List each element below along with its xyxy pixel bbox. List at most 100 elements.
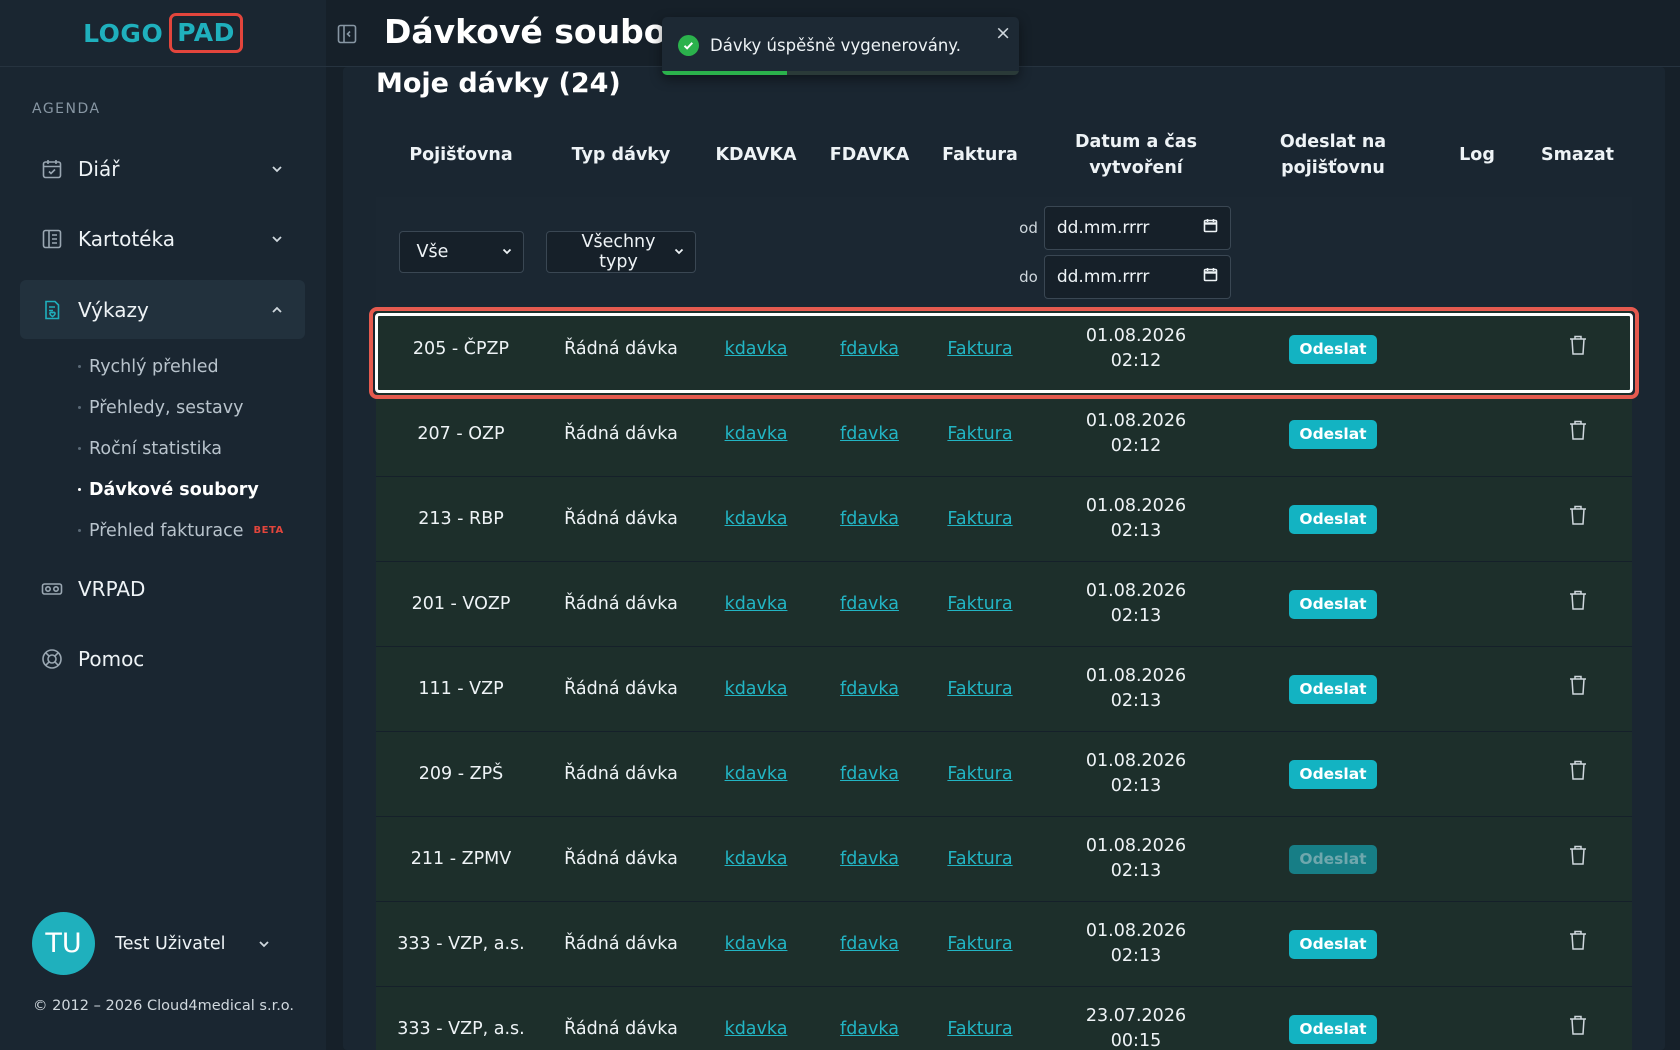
kdavka-link[interactable]: kdavka: [725, 592, 788, 617]
table-row: 201 - VOZP Řádná dávka kdavka fdavka Fak…: [376, 562, 1632, 647]
kdavka-link[interactable]: kdavka: [725, 677, 788, 702]
trash-icon[interactable]: [1568, 759, 1588, 789]
select-value: Vše: [416, 242, 449, 262]
fdavka-link[interactable]: fdavka: [840, 422, 899, 447]
chevron-down-icon: [673, 242, 685, 262]
sidebar-item-vrpad[interactable]: VRPAD: [20, 559, 305, 618]
logo-text-left: LOGO: [83, 18, 164, 48]
invoice-link[interactable]: Faktura: [947, 422, 1012, 447]
sidebar-sub-item-rocni-statistika[interactable]: Roční statistika: [78, 428, 284, 469]
send-button[interactable]: Odeslat: [1289, 929, 1377, 959]
sidebar-collapse-icon[interactable]: [335, 22, 359, 46]
created-date: 01.08.2026: [1085, 921, 1187, 941]
sub-item-label: Dávkové soubory: [89, 479, 259, 500]
kdavka-link[interactable]: kdavka: [725, 422, 788, 447]
trash-icon[interactable]: [1568, 334, 1588, 364]
close-icon[interactable]: ×: [995, 22, 1011, 44]
date-to-input[interactable]: dd.mm.rrrr: [1043, 254, 1231, 299]
trash-icon[interactable]: [1568, 589, 1588, 619]
send-button[interactable]: Odeslat: [1289, 674, 1377, 704]
send-button[interactable]: Odeslat: [1289, 844, 1377, 874]
sidebar-item-label: Kartotéka: [78, 226, 175, 251]
invoice-link[interactable]: Faktura: [947, 847, 1012, 872]
trash-icon[interactable]: [1568, 504, 1588, 534]
logo[interactable]: LOGO PAD: [83, 13, 243, 53]
table-row: 205 - ČPZP Řádná dávka kdavka fdavka Fak…: [376, 307, 1632, 392]
trash-icon[interactable]: [1568, 1014, 1588, 1044]
table-row: 207 - OZP Řádná dávka kdavka fdavka Fakt…: [376, 392, 1632, 477]
type-filter-select[interactable]: Všechny typy: [546, 231, 696, 273]
logo-area: LOGO PAD: [0, 0, 326, 67]
type-cell: Řádná dávka: [564, 678, 678, 699]
insurer-cell: 209 - ZPŠ: [418, 763, 504, 784]
insurer-cell: 207 - OZP: [417, 423, 505, 444]
created-date: 01.08.2026: [1085, 666, 1187, 686]
sidebar-sub-item-davkove-soubory[interactable]: Dávkové soubory: [78, 469, 284, 510]
insurer-filter-select[interactable]: Vše: [398, 231, 524, 273]
fdavka-link[interactable]: fdavka: [840, 592, 899, 617]
insurer-cell: 333 - VZP, a.s.: [397, 933, 525, 954]
kdavka-link[interactable]: kdavka: [725, 507, 788, 532]
kdavka-link[interactable]: kdavka: [725, 1017, 788, 1042]
invoice-link[interactable]: Faktura: [947, 1017, 1012, 1042]
created-cell: 01.08.2026 02:12: [1037, 392, 1235, 476]
created-time: 02:13: [1110, 521, 1162, 541]
sidebar-sub-item-prehled-fakturace[interactable]: Přehled fakturace BETA: [78, 510, 284, 551]
calendar-icon: [1203, 218, 1218, 238]
trash-icon[interactable]: [1568, 674, 1588, 704]
column-header-type: Typ dávky: [571, 145, 671, 165]
sidebar-item-label: Diář: [78, 156, 120, 181]
column-header-delete: Smazat: [1540, 145, 1614, 165]
fdavka-link[interactable]: fdavka: [840, 762, 899, 787]
send-button[interactable]: Odeslat: [1289, 589, 1377, 619]
sidebar-sub-item-rychly-prehled[interactable]: Rychlý přehled: [78, 346, 284, 387]
invoice-link[interactable]: Faktura: [947, 762, 1012, 787]
column-header-created: Datum a čas vytvoření: [1075, 132, 1197, 178]
fdavka-link[interactable]: fdavka: [840, 677, 899, 702]
trash-icon[interactable]: [1568, 929, 1588, 959]
created-time: 02:13: [1110, 776, 1162, 796]
sidebar-item-pomoc[interactable]: Pomoc: [20, 629, 305, 688]
fdavka-link[interactable]: fdavka: [840, 847, 899, 872]
send-button[interactable]: Odeslat: [1289, 1014, 1377, 1044]
kdavka-link[interactable]: kdavka: [725, 847, 788, 872]
fdavka-link[interactable]: fdavka: [840, 507, 899, 532]
invoice-link[interactable]: Faktura: [947, 507, 1012, 532]
invoice-link[interactable]: Faktura: [947, 677, 1012, 702]
send-button[interactable]: Odeslat: [1289, 334, 1377, 364]
kdavka-link[interactable]: kdavka: [725, 932, 788, 957]
sidebar-sub-item-prehledy-sestavy[interactable]: Přehledy, sestavy: [78, 387, 284, 428]
sidebar-sub-list: Rychlý přehled Přehledy, sestavy Roční s…: [78, 346, 284, 551]
created-date: 01.08.2026: [1085, 581, 1187, 601]
sidebar-item-vykazy[interactable]: Výkazy: [20, 280, 305, 339]
kdavka-link[interactable]: kdavka: [725, 337, 788, 362]
bullet-icon: [78, 529, 81, 532]
select-value: Všechny typy: [581, 232, 656, 272]
sidebar-item-kartoteka[interactable]: Kartotéka: [20, 209, 305, 268]
created-time: 00:15: [1110, 1031, 1162, 1050]
trash-icon[interactable]: [1568, 419, 1588, 449]
type-cell: Řádná dávka: [564, 848, 678, 869]
date-from-input[interactable]: dd.mm.rrrr: [1043, 205, 1231, 250]
invoice-link[interactable]: Faktura: [947, 337, 1012, 362]
trash-icon[interactable]: [1568, 844, 1588, 874]
logo-text-right: PAD: [169, 13, 243, 53]
fdavka-link[interactable]: fdavka: [840, 1017, 899, 1042]
calendar-icon: [40, 157, 64, 181]
sidebar-item-diar[interactable]: Diář: [20, 139, 305, 198]
invoice-link[interactable]: Faktura: [947, 592, 1012, 617]
insurer-cell: 333 - VZP, a.s.: [397, 1018, 525, 1039]
date-filter-cell: od dd.mm.rrrr do dd.mm.rrrr: [1019, 197, 1235, 307]
column-header-kdavka: KDAVKA: [715, 145, 797, 165]
user-menu[interactable]: TU Test Uživatel: [32, 912, 292, 975]
sub-item-label: Přehledy, sestavy: [89, 397, 244, 418]
fdavka-link[interactable]: fdavka: [840, 337, 899, 362]
send-button[interactable]: Odeslat: [1289, 504, 1377, 534]
fdavka-link[interactable]: fdavka: [840, 932, 899, 957]
insurer-cell: 213 - RBP: [418, 508, 504, 529]
invoice-link[interactable]: Faktura: [947, 932, 1012, 957]
kdavka-link[interactable]: kdavka: [725, 762, 788, 787]
column-header-fdavka: FDAVKA: [829, 145, 910, 165]
send-button[interactable]: Odeslat: [1289, 759, 1377, 789]
send-button[interactable]: Odeslat: [1289, 419, 1377, 449]
